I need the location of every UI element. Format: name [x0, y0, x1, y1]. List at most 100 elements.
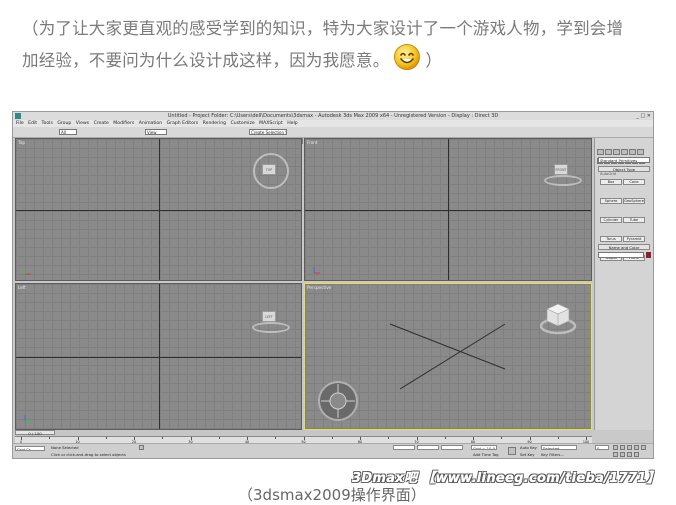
viewport-label[interactable]: Top	[18, 140, 25, 145]
cylinder-button[interactable]: Cylinder	[600, 217, 622, 223]
intro-line-2: 加经验，不要问为什么设计成这样，因为我愿意。 ）	[22, 43, 662, 80]
reference-coord-dropdown[interactable]: View	[145, 129, 167, 135]
object-color-swatch[interactable]	[646, 252, 651, 258]
track-bar-tick	[162, 437, 163, 439]
menu-rendering[interactable]: Rendering	[203, 121, 226, 126]
zoom-extents-icon[interactable]	[627, 452, 632, 457]
menu-bar: File Edit Tools Group Views Create Modif…	[13, 120, 653, 127]
toolbar-left-group	[15, 129, 53, 144]
next-frame-icon[interactable]	[620, 445, 625, 450]
viewcube-compass-ring[interactable]	[252, 322, 290, 333]
viewport-front[interactable]: Front FRONT	[304, 138, 592, 281]
named-selection-dropdown[interactable]: Create Selection Set	[249, 129, 287, 135]
intro-line-2-close: ）	[425, 51, 443, 70]
menu-animation[interactable]: Animation	[139, 121, 162, 126]
intro-line-1: （为了让大家更直观的感受学到的知识，特为大家设计了一个游戏人物，学到会增	[22, 19, 624, 38]
x-coordinate-field[interactable]	[393, 445, 415, 450]
z-coordinate-field[interactable]	[441, 445, 463, 450]
selection-status-text: None Selected	[51, 445, 79, 450]
y-coordinate-field[interactable]	[417, 445, 439, 450]
menu-help[interactable]: Help	[287, 121, 297, 126]
window-title: Untitled - Project Folder: C:\Users\dell…	[167, 113, 499, 119]
viewcube[interactable]: LEFT	[262, 311, 276, 322]
viewport-top[interactable]: Top TOP	[15, 138, 302, 281]
menu-create[interactable]: Create	[94, 121, 109, 126]
viewport-area: Top TOP Front FRONT Left LEFT Perspectiv…	[15, 138, 592, 430]
key-filters-button[interactable]: Key Filters...	[541, 452, 564, 457]
sphere-button[interactable]: Sphere	[600, 198, 622, 204]
axis-tripod-icon	[313, 267, 320, 274]
track-bar-tick	[105, 437, 107, 439]
viewcube-compass-ring[interactable]	[544, 175, 582, 186]
window-controls[interactable]: _ □ ✕	[636, 113, 651, 119]
lock-selection-icon[interactable]	[139, 445, 144, 450]
menu-maxscript[interactable]: MAXScript	[259, 121, 283, 126]
toolbar-transform-group	[79, 129, 132, 144]
grid-axis-z	[159, 284, 160, 429]
torus-button[interactable]: Torus	[600, 236, 622, 242]
viewport-label[interactable]: Front	[307, 140, 318, 145]
maxscript-listener-field[interactable]: Grid.Cs	[15, 446, 45, 451]
create-category-icons	[597, 149, 651, 164]
grid-size-field: Grid = 10.0	[471, 445, 497, 450]
grid-axis-z	[448, 139, 449, 280]
viewcube[interactable]	[538, 301, 578, 335]
track-bar-tick	[501, 437, 502, 439]
name-color-rollout-header[interactable]: Name and Color	[598, 244, 650, 250]
maximize-toggle-icon[interactable]	[634, 452, 639, 457]
menu-graph-editors[interactable]: Graph Editors	[167, 121, 199, 126]
time-slider[interactable]: 0 / 100	[15, 430, 55, 436]
box-button[interactable]: Box	[600, 179, 622, 185]
pan-icon[interactable]	[634, 445, 639, 450]
play-icon[interactable]	[613, 445, 618, 450]
field-of-view-icon[interactable]	[620, 452, 625, 457]
menu-file[interactable]: File	[16, 121, 24, 126]
key-icon[interactable]	[508, 447, 516, 455]
zoom-icon[interactable]	[627, 445, 632, 450]
menu-edit[interactable]: Edit	[28, 121, 37, 126]
autogrid-checkbox[interactable]: AutoGrid	[600, 172, 648, 177]
viewcube[interactable]: TOP	[262, 164, 276, 175]
tube-button[interactable]: Tube	[623, 217, 645, 223]
prompt-line-text: Click or click-and-drag to select object…	[51, 452, 126, 457]
timeline: 0 / 100 0 10 20 30 40 50 60 70 80 90 100	[15, 430, 592, 444]
geosphere-button[interactable]: GeoSphere	[623, 198, 645, 204]
set-key-button[interactable]: Set Key	[520, 452, 534, 457]
orbit-icon[interactable]	[641, 445, 646, 450]
toolbar-right-group	[289, 129, 357, 144]
menu-tools[interactable]: Tools	[42, 121, 53, 126]
add-time-tag-button[interactable]: Add Time Tag	[473, 452, 498, 457]
axis-tripod-icon	[24, 268, 31, 275]
toolbar-snap-group	[169, 129, 237, 144]
current-frame-field[interactable]: 0	[595, 445, 609, 450]
menu-group[interactable]: Group	[57, 121, 71, 126]
pyramid-button[interactable]: Pyramid	[623, 236, 645, 242]
status-bar: Grid.Cs None Selected Click or click-and…	[13, 443, 653, 458]
cone-button[interactable]: Cone	[623, 179, 645, 185]
track-bar-tick	[388, 437, 389, 439]
command-panel: Standard Primitives Object Type AutoGrid…	[594, 138, 653, 430]
track-bar-tick	[444, 437, 446, 439]
3dsmax-window: Untitled - Project Folder: C:\Users\dell…	[12, 111, 654, 459]
viewcube[interactable]: FRONT	[554, 164, 568, 175]
auto-key-button[interactable]: Auto Key	[520, 445, 537, 450]
track-bar-tick	[331, 437, 333, 439]
viewport-left[interactable]: Left LEFT	[15, 283, 302, 430]
menu-views[interactable]: Views	[76, 121, 89, 126]
menu-modifiers[interactable]: Modifiers	[113, 121, 134, 126]
zoom-all-icon[interactable]	[613, 452, 618, 457]
track-bar[interactable]: 0 10 20 30 40 50 60 70 80 90 100	[15, 436, 592, 444]
track-bar-tick	[557, 437, 559, 439]
viewport-label[interactable]: Left	[18, 285, 26, 290]
intro-paragraph: （为了让大家更直观的感受学到的知识，特为大家设计了一个游戏人物，学到会增 加经验…	[22, 14, 662, 80]
menu-customize[interactable]: Customize	[231, 121, 255, 126]
object-name-field[interactable]	[598, 252, 644, 258]
image-caption: （3dsmax2009操作界面）	[238, 486, 426, 504]
selection-filter-dropdown[interactable]: All	[59, 129, 77, 135]
steering-wheel-icon[interactable]	[317, 380, 359, 422]
viewport-perspective[interactable]: Perspective	[304, 283, 592, 430]
command-panel-tabs	[597, 140, 651, 155]
key-mode-dropdown[interactable]: Selected	[541, 445, 577, 450]
primitive-type-dropdown[interactable]: Standard Primitives	[598, 157, 650, 163]
main-toolbar: All View Create Selection Set	[13, 127, 653, 144]
